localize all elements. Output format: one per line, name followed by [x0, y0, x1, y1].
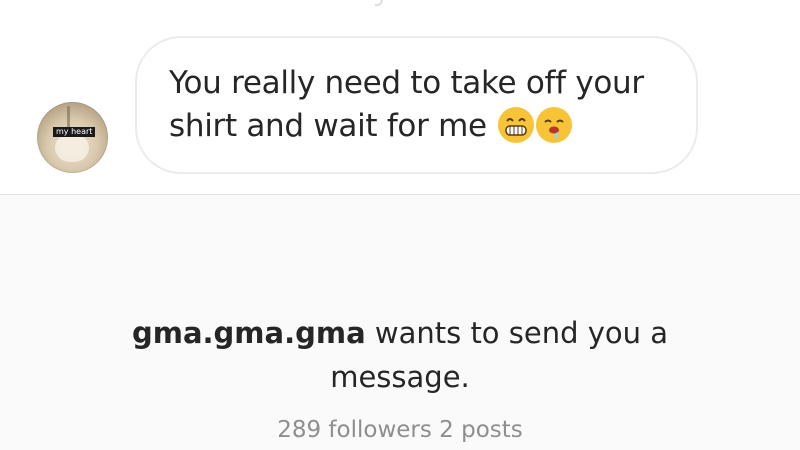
- posts-count: 2 posts: [439, 417, 523, 443]
- requester-stats: 289 followers 2 posts: [100, 417, 700, 443]
- message-text-container: You really need to take off your shirt a…: [169, 62, 666, 148]
- message-thread: my heart You really need to take off you…: [0, 0, 800, 194]
- grinning-face-icon: [498, 106, 535, 143]
- followers-count: 289 followers: [277, 417, 432, 443]
- requester-username[interactable]: gma.gma.gma: [132, 316, 366, 350]
- drooling-face-icon: [536, 106, 573, 143]
- avatar-photo-heart: [55, 136, 89, 162]
- message-bubble[interactable]: You really need to take off your shirt a…: [135, 36, 698, 174]
- request-message-text: wants to send you a message.: [330, 316, 669, 394]
- message-text: You really need to take off your shirt a…: [169, 65, 644, 144]
- previous-message-edge: [375, 0, 383, 6]
- dm-request-screen: my heart You really need to take off you…: [0, 0, 800, 450]
- request-message: gma.gma.gma wants to send you a message.: [100, 311, 700, 399]
- sender-avatar[interactable]: my heart: [37, 102, 108, 173]
- avatar-caption: my heart: [53, 127, 96, 137]
- message-request-panel: gma.gma.gma wants to send you a message.…: [0, 194, 800, 450]
